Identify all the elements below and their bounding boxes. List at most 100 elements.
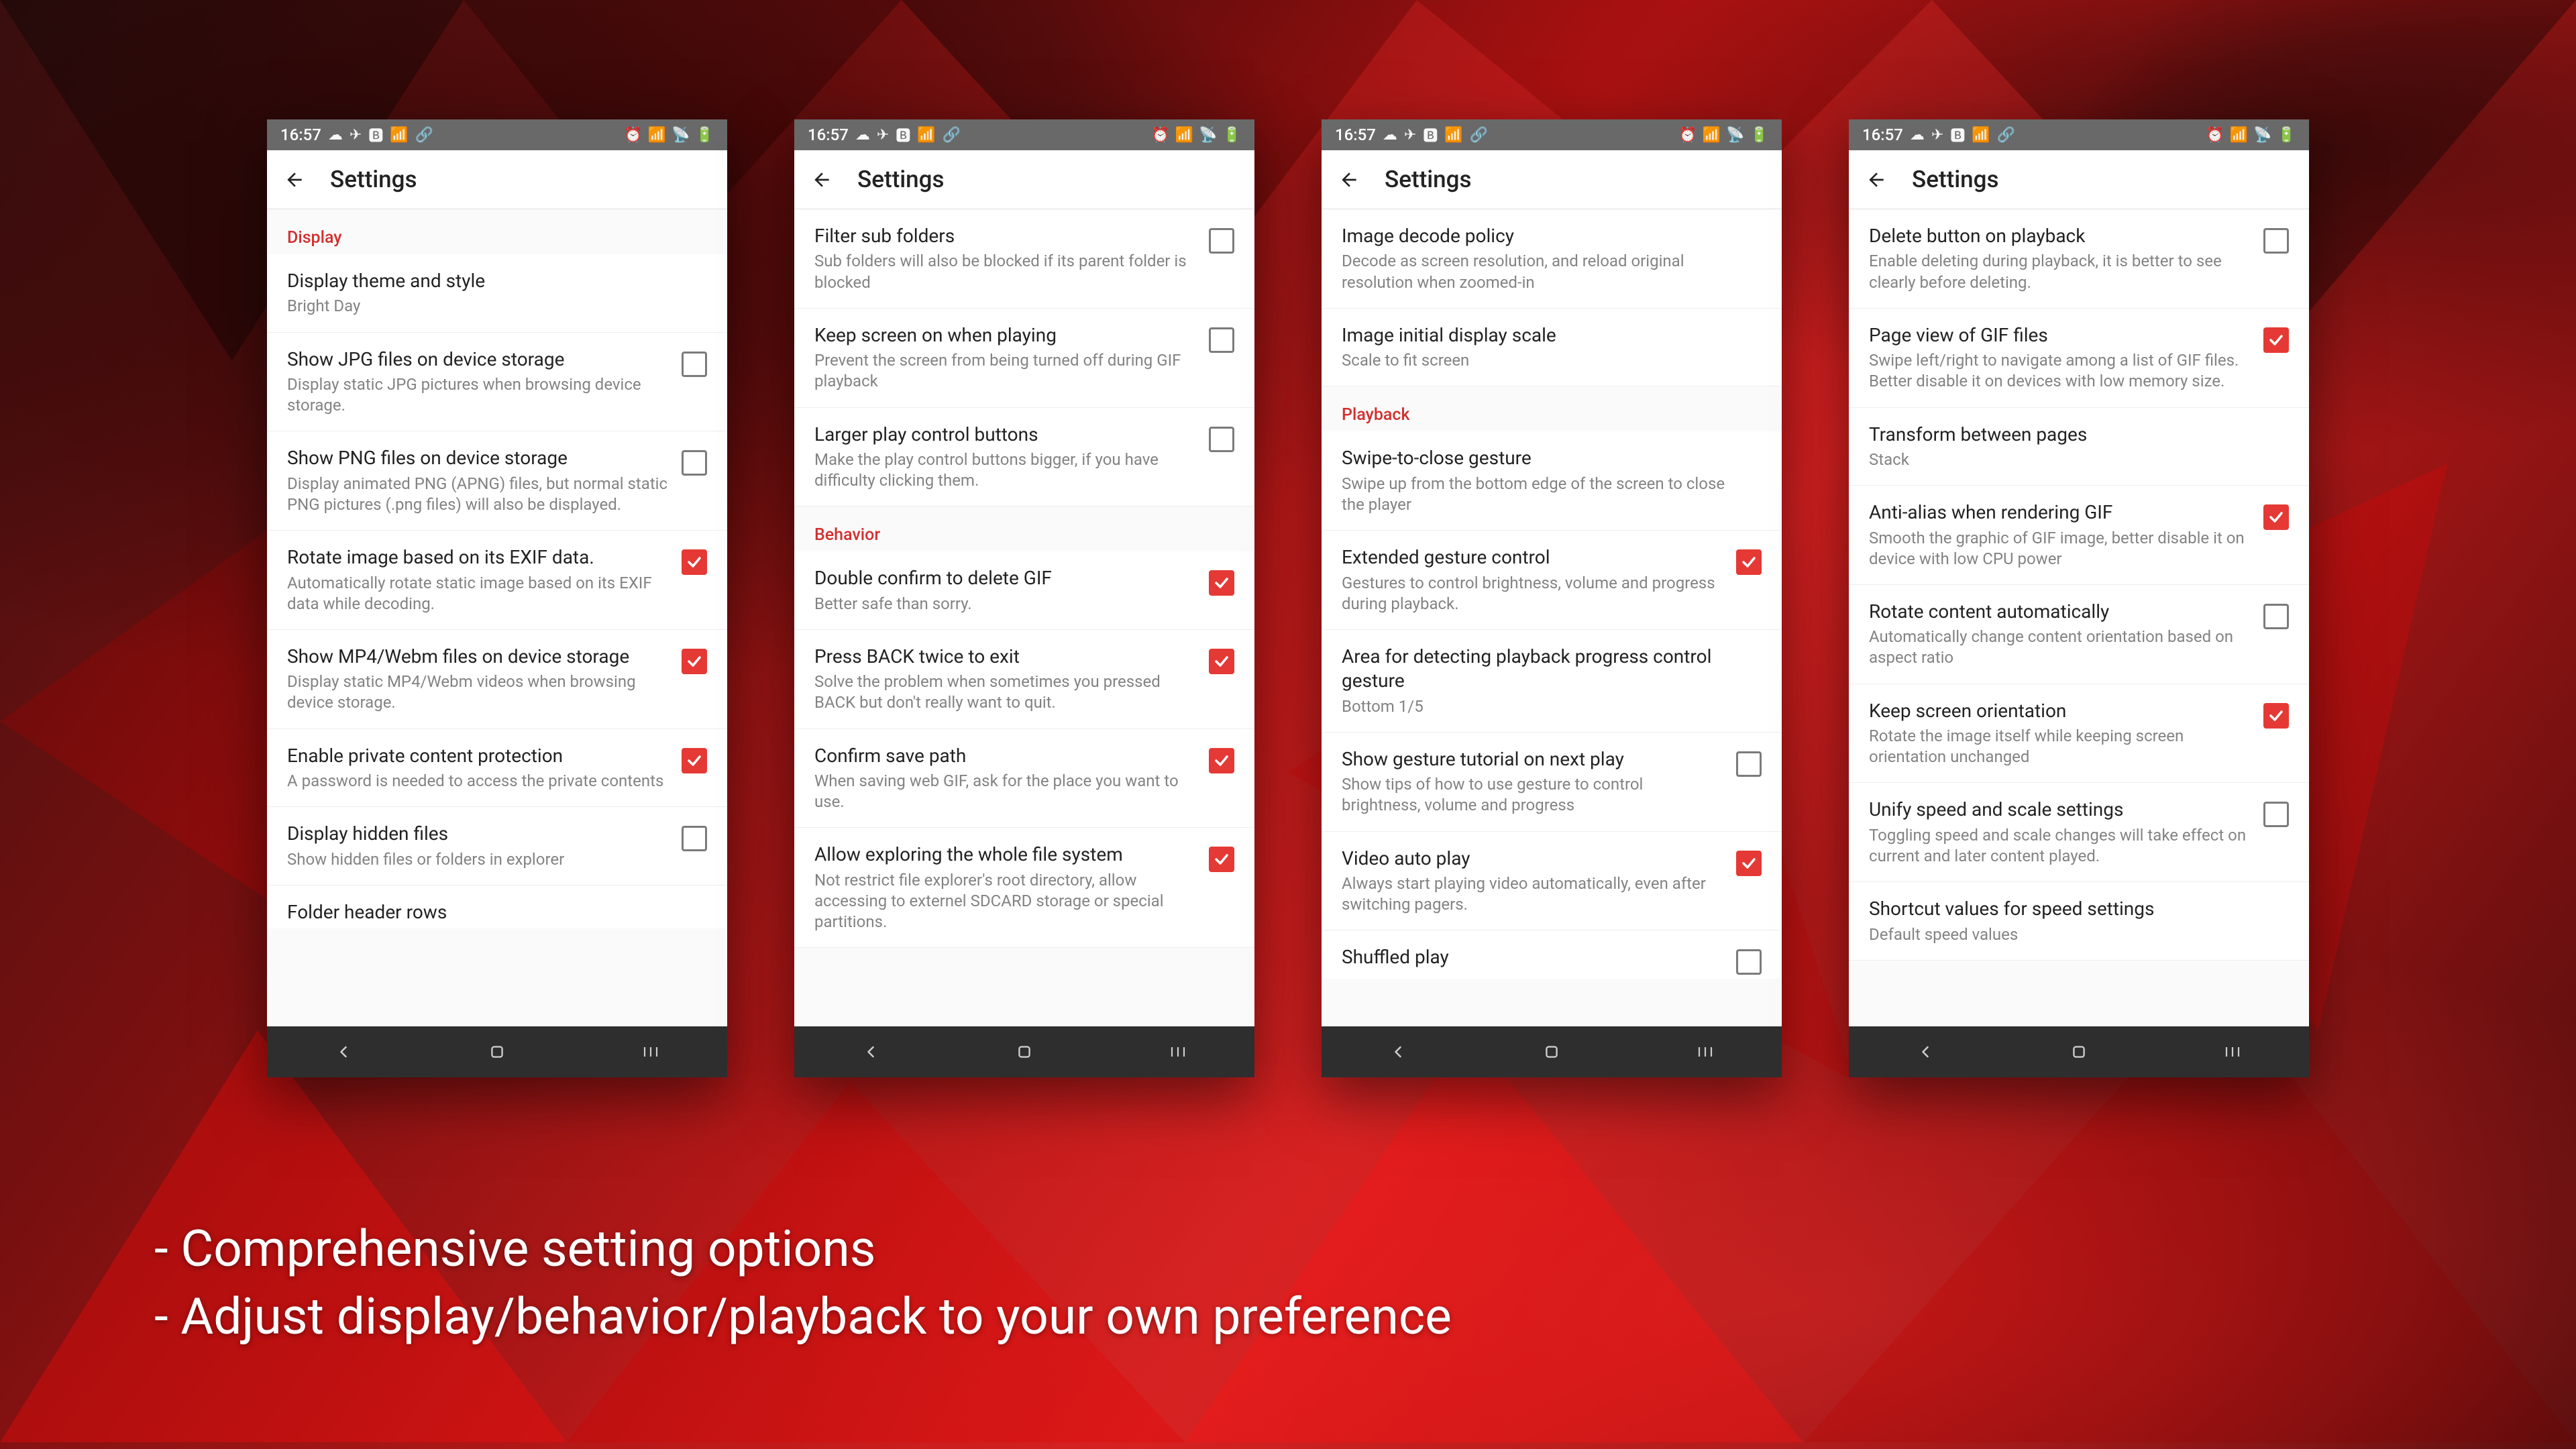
- settings-row[interactable]: Video auto play Always start playing vid…: [1322, 832, 1782, 931]
- settings-row[interactable]: Show gesture tutorial on next play Show …: [1322, 733, 1782, 832]
- settings-row[interactable]: Show PNG files on device storage Display…: [267, 431, 727, 531]
- settings-list[interactable]: Delete button on playback Enable deletin…: [1849, 209, 2309, 1077]
- back-button[interactable]: [1338, 168, 1360, 191]
- checkbox[interactable]: [1209, 570, 1234, 596]
- settings-row[interactable]: Allow exploring the whole file system No…: [794, 828, 1254, 948]
- setting-title: Double confirm to delete GIF: [814, 566, 1198, 590]
- settings-row[interactable]: Folder header rows: [267, 885, 727, 928]
- nav-home-button[interactable]: [987, 1038, 1061, 1065]
- page-title: Settings: [857, 166, 945, 193]
- app-bar: Settings: [1322, 150, 1782, 209]
- settings-row[interactable]: Area for detecting playback progress con…: [1322, 630, 1782, 733]
- settings-list[interactable]: Image decode policy Decode as screen res…: [1322, 209, 1782, 1077]
- checkbox[interactable]: [2263, 703, 2289, 729]
- checkbox[interactable]: [1736, 949, 1762, 975]
- settings-row[interactable]: Press BACK twice to exit Solve the probl…: [794, 630, 1254, 729]
- status-icon: 🅱: [1950, 124, 1965, 146]
- settings-row[interactable]: Keep screen orientation Rotate the image…: [1849, 684, 2309, 784]
- settings-row[interactable]: Double confirm to delete GIF Better safe…: [794, 551, 1254, 630]
- setting-description: Automatically rotate static image based …: [287, 573, 671, 614]
- checkbox[interactable]: [682, 450, 707, 476]
- settings-row[interactable]: Image initial display scale Scale to fit…: [1322, 309, 1782, 387]
- nav-recent-button[interactable]: [1141, 1038, 1215, 1065]
- status-icon: ⏰: [1151, 127, 1169, 144]
- settings-row[interactable]: Display hidden files Show hidden files o…: [267, 807, 727, 885]
- phone-screenshot: 16:57☁✈🅱📶🔗 ⏰📶📡🔋 Settings Display Display…: [267, 119, 727, 1077]
- settings-row[interactable]: Larger play control buttons Make the pla…: [794, 408, 1254, 507]
- checkbox[interactable]: [1209, 748, 1234, 773]
- setting-description: Decode as screen resolution, and reload …: [1342, 251, 1751, 292]
- settings-list[interactable]: Display Display theme and style Bright D…: [267, 209, 727, 1077]
- checkbox[interactable]: [1736, 549, 1762, 575]
- checkbox[interactable]: [1209, 228, 1234, 254]
- nav-back-button[interactable]: [307, 1038, 380, 1065]
- nav-back-button[interactable]: [1361, 1038, 1435, 1065]
- checkbox[interactable]: [682, 826, 707, 851]
- app-bar: Settings: [267, 150, 727, 209]
- system-nav-bar: [794, 1026, 1254, 1077]
- nav-home-button[interactable]: [1515, 1038, 1589, 1065]
- status-bar: 16:57☁✈🅱📶🔗 ⏰📶📡🔋: [794, 119, 1254, 150]
- checkbox[interactable]: [2263, 504, 2289, 530]
- settings-row[interactable]: Extended gesture control Gestures to con…: [1322, 531, 1782, 630]
- settings-row[interactable]: Anti-alias when rendering GIF Smooth the…: [1849, 486, 2309, 585]
- back-button[interactable]: [1865, 168, 1888, 191]
- checkbox[interactable]: [2263, 228, 2289, 254]
- settings-row[interactable]: Confirm save path When saving web GIF, a…: [794, 729, 1254, 828]
- phone-screenshot: 16:57☁✈🅱📶🔗 ⏰📶📡🔋 Settings Image decode po…: [1322, 119, 1782, 1077]
- checkbox[interactable]: [2263, 327, 2289, 353]
- nav-back-button[interactable]: [1888, 1038, 1962, 1065]
- status-icon: 📶: [648, 127, 666, 144]
- status-icon: ☁: [1910, 127, 1925, 144]
- settings-row[interactable]: Page view of GIF files Swipe left/right …: [1849, 309, 2309, 408]
- settings-row[interactable]: Show MP4/Webm files on device storage Di…: [267, 630, 727, 729]
- settings-row[interactable]: Enable private content protection A pass…: [267, 729, 727, 808]
- checkbox[interactable]: [682, 649, 707, 674]
- setting-title: Allow exploring the whole file system: [814, 843, 1198, 867]
- back-button[interactable]: [810, 168, 833, 191]
- settings-row[interactable]: Keep screen on when playing Prevent the …: [794, 309, 1254, 408]
- settings-row[interactable]: Rotate image based on its EXIF data. Aut…: [267, 531, 727, 630]
- settings-row[interactable]: Shuffled play: [1322, 930, 1782, 979]
- settings-row[interactable]: Delete button on playback Enable deletin…: [1849, 209, 2309, 309]
- nav-recent-button[interactable]: [614, 1038, 688, 1065]
- page-title: Settings: [1912, 166, 1999, 193]
- settings-row[interactable]: Unify speed and scale settings Toggling …: [1849, 783, 2309, 882]
- checkbox[interactable]: [682, 549, 707, 575]
- nav-recent-button[interactable]: [1668, 1038, 1742, 1065]
- setting-description: Show tips of how to use gesture to contr…: [1342, 774, 1725, 816]
- nav-recent-button[interactable]: [2196, 1038, 2269, 1065]
- settings-row[interactable]: Transform between pages Stack: [1849, 408, 2309, 486]
- checkbox[interactable]: [1209, 427, 1234, 452]
- settings-row[interactable]: Swipe-to-close gesture Swipe up from the…: [1322, 431, 1782, 531]
- setting-title: Display theme and style: [287, 269, 696, 293]
- checkbox[interactable]: [682, 748, 707, 773]
- settings-list[interactable]: Filter sub folders Sub folders will also…: [794, 209, 1254, 1077]
- checkbox[interactable]: [1736, 751, 1762, 777]
- checkbox[interactable]: [1209, 327, 1234, 353]
- status-bar: 16:57☁✈🅱📶🔗 ⏰📶📡🔋: [267, 119, 727, 150]
- nav-home-button[interactable]: [460, 1038, 534, 1065]
- checkbox[interactable]: [1209, 847, 1234, 872]
- checkbox[interactable]: [682, 352, 707, 377]
- setting-description: Always start playing video automatically…: [1342, 873, 1725, 915]
- setting-description: Make the play control buttons bigger, if…: [814, 449, 1198, 491]
- back-button[interactable]: [283, 168, 306, 191]
- checkbox[interactable]: [2263, 604, 2289, 629]
- settings-row[interactable]: Shortcut values for speed settings Defau…: [1849, 882, 2309, 961]
- settings-row[interactable]: Image decode policy Decode as screen res…: [1322, 209, 1782, 309]
- setting-description: Smooth the graphic of GIF image, better …: [1869, 528, 2253, 570]
- settings-row[interactable]: Rotate content automatically Automatical…: [1849, 585, 2309, 684]
- nav-back-button[interactable]: [834, 1038, 908, 1065]
- setting-title: Unify speed and scale settings: [1869, 798, 2253, 822]
- app-bar: Settings: [794, 150, 1254, 209]
- setting-description: Show hidden files or folders in explorer: [287, 849, 671, 870]
- checkbox[interactable]: [1736, 851, 1762, 876]
- settings-row[interactable]: Filter sub folders Sub folders will also…: [794, 209, 1254, 309]
- nav-home-button[interactable]: [2042, 1038, 2116, 1065]
- settings-row[interactable]: Show JPG files on device storage Display…: [267, 333, 727, 432]
- checkbox[interactable]: [1209, 649, 1234, 674]
- checkbox[interactable]: [2263, 802, 2289, 827]
- settings-row[interactable]: Display theme and style Bright Day: [267, 254, 727, 333]
- status-icon: 🅱: [896, 124, 910, 146]
